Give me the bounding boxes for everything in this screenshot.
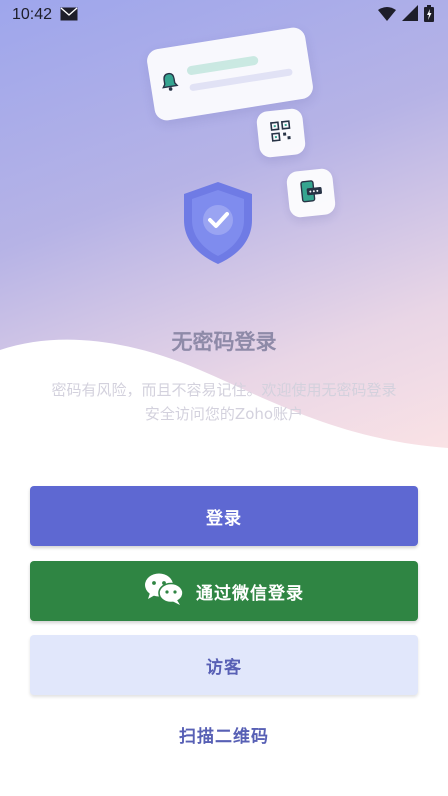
status-bar: 10:42	[0, 0, 448, 30]
login-button[interactable]: 登录	[30, 486, 418, 546]
wifi-icon	[378, 6, 396, 25]
qr-card	[255, 107, 307, 159]
status-left: 10:42	[12, 6, 78, 25]
wechat-icon	[144, 572, 184, 611]
login-button-label: 登录	[206, 508, 242, 529]
notification-line-1	[186, 55, 259, 76]
hero-description-line-1: 密码有风险，而且不容易记住。欢迎使用无密码登录	[51, 381, 397, 399]
guest-button[interactable]: 访客	[30, 635, 418, 695]
signal-icon	[402, 5, 418, 25]
page-title: 无密码登录	[171, 330, 277, 354]
status-right	[378, 4, 434, 26]
otp-card	[285, 167, 337, 219]
wechat-login-button[interactable]: 通过微信登录	[30, 561, 418, 621]
guest-button-label: 访客	[206, 657, 242, 678]
otp-device-icon	[298, 179, 325, 207]
hero-description-line-2: 安全访问您的Zoho账户	[144, 405, 304, 423]
hero-description: 密码有风险，而且不容易记住。欢迎使用无密码登录 安全访问您的Zoho账户	[0, 378, 448, 426]
qr-code-icon	[270, 120, 292, 146]
mail-icon	[60, 6, 78, 25]
bell-icon	[159, 70, 181, 97]
status-time: 10:42	[12, 6, 53, 23]
scan-qr-link[interactable]: 扫描二维码	[0, 722, 448, 747]
battery-icon	[424, 4, 434, 26]
wechat-login-label: 通过微信登录	[196, 583, 304, 604]
shield-check-icon	[180, 180, 256, 266]
login-screen: 10:42 无密码登录 密码有风险，而且不容易记住。欢迎使用无密码登录 安全访问…	[0, 0, 448, 796]
